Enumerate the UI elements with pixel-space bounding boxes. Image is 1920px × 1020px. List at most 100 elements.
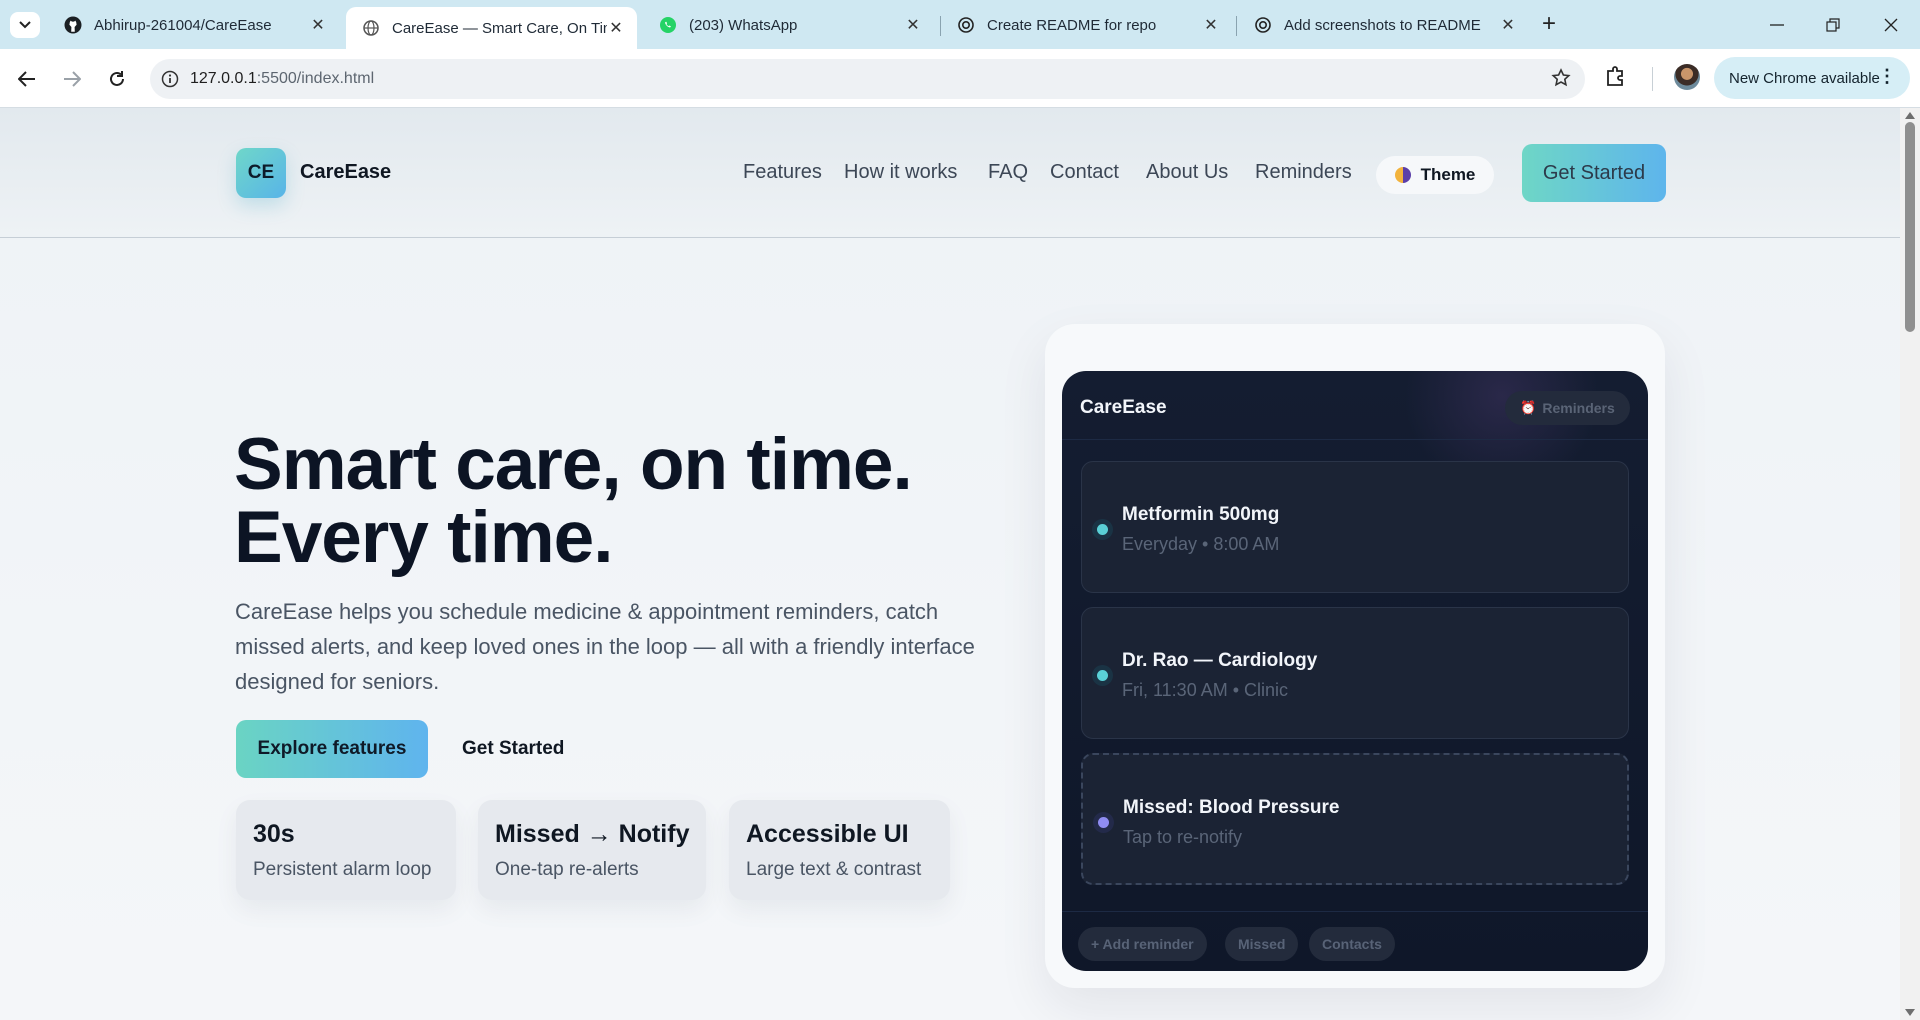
status-dot-icon [1092,519,1113,540]
reminder-title: Dr. Rao — Cardiology [1122,650,1318,671]
page-viewport: CE CareEase Features How it works FAQ Co… [0,108,1900,1020]
site-info-icon[interactable] [150,70,190,88]
get-started-nav-button[interactable]: Get Started [1522,144,1666,202]
url-host: 127.0.0.1 [190,70,257,87]
chrome-update-button[interactable]: New Chrome available ⋮ [1714,57,1910,99]
page-scrollbar[interactable] [1900,108,1920,1020]
browser-toolbar: 127.0.0.1:5500/index.html New Chrome ava… [0,49,1920,108]
forward-arrow-icon [64,71,81,87]
phone-mockup-screen: CareEase ⏰ Reminders Metformin 500mg Eve… [1062,371,1648,971]
browser-tab[interactable]: Abhirup-261004/CareEase ✕ [48,7,339,43]
hero-title-line-2: Every time. [234,497,614,578]
restore-icon [1826,18,1840,32]
scroll-up-arrow-icon[interactable] [1905,112,1915,119]
nav-contact[interactable]: Contact [1050,161,1119,184]
chatgpt-icon [1254,16,1272,34]
close-tab-icon[interactable]: ✕ [607,18,625,38]
globe-icon [362,19,380,37]
back-arrow-icon [18,71,35,87]
close-tab-icon[interactable]: ✕ [1202,15,1220,35]
restore-button[interactable] [1818,10,1848,40]
missed-chip[interactable]: Missed [1225,927,1299,961]
add-reminder-chip[interactable]: + Add reminder [1078,927,1207,961]
reminder-title: Metformin 500mg [1122,504,1280,525]
chatgpt-icon [957,16,975,34]
stat-card: Accessible UI Large text & contrast [729,800,950,900]
browser-tab[interactable]: (203) WhatsApp ✕ [643,7,934,43]
profile-avatar[interactable] [1674,64,1700,90]
get-started-link[interactable]: Get Started [462,738,564,760]
extensions-puzzle-icon[interactable] [1605,64,1627,93]
reminder-subtitle: Tap to re-notify [1123,827,1243,847]
close-tab-icon[interactable]: ✕ [904,15,922,35]
scroll-down-arrow-icon[interactable] [1905,1009,1915,1016]
minimize-icon [1770,24,1784,26]
site-header: CE CareEase Features How it works FAQ Co… [0,108,1900,238]
theme-label: Theme [1420,165,1476,184]
alarm-clock-icon: ⏰ [1520,400,1537,415]
missed-reminder-card[interactable]: Missed: Blood Pressure Tap to re-notify [1081,753,1629,885]
back-button[interactable] [13,65,41,93]
hero-title-line-1: Smart care, on time. [234,424,913,505]
tab-title: CareEase — Smart Care, On Tim [392,19,607,37]
reload-icon [110,71,124,86]
close-window-button[interactable] [1876,10,1906,40]
chevron-down-icon [19,21,31,29]
explore-features-button[interactable]: Explore features [236,720,428,778]
nav-about-us[interactable]: About Us [1146,161,1228,184]
reminder-title: Missed: Blood Pressure [1123,797,1340,818]
phone-header: CareEase ⏰ Reminders [1062,371,1648,440]
reminder-subtitle: Fri, 11:30 AM • Clinic [1122,680,1289,700]
stat-value: Missed → Notify [495,820,690,848]
stat-value: Accessible UI [746,820,909,848]
nav-features[interactable]: Features [743,161,822,184]
close-icon [1884,18,1898,32]
new-tab-button[interactable]: + [1542,12,1556,36]
stat-caption: Large text & contrast [746,859,922,880]
browser-tab-bar: Abhirup-261004/CareEase ✕ CareEase — Sma… [0,0,1920,49]
nav-reminders[interactable]: Reminders [1255,161,1352,184]
bookmark-star-icon[interactable] [1551,68,1571,93]
tab-separator [1236,16,1237,36]
hero-title: Smart care, on time. Every time. [234,428,913,574]
nav-how-it-works[interactable]: How it works [844,161,957,184]
theme-half-moon-icon [1394,167,1411,183]
brand-name[interactable]: CareEase [300,161,391,184]
minimize-button[interactable] [1762,10,1792,40]
stat-value: 30s [253,820,295,848]
hero-description: CareEase helps you schedule medicine & a… [235,599,975,694]
address-bar[interactable]: 127.0.0.1:5500/index.html [150,59,1585,99]
close-tab-icon[interactable]: ✕ [309,15,327,35]
stat-card: 30s Persistent alarm loop [236,800,456,900]
stat-caption: Persistent alarm loop [253,859,432,880]
tab-title: Abhirup-261004/CareEase [94,16,272,34]
nav-faq[interactable]: FAQ [988,161,1028,184]
stat-caption: One-tap re-alerts [495,859,639,880]
status-dot-icon [1092,665,1113,686]
tab-title: Add screenshots to README [1284,16,1481,34]
brand-logo[interactable]: CE [236,148,286,198]
browser-tab-active[interactable]: CareEase — Smart Care, On Tim ✕ [346,7,637,49]
missed-status-dot-icon [1093,812,1114,833]
more-menu-icon[interactable]: ⋮ [1878,66,1896,87]
forward-button[interactable] [58,65,86,93]
browser-tab[interactable]: Add screenshots to README ✕ [1238,7,1529,43]
close-tab-icon[interactable]: ✕ [1499,15,1517,35]
url-path: :5500/index.html [256,70,375,87]
reminder-card[interactable]: Metformin 500mg Everyday • 8:00 AM [1081,461,1629,593]
scrollbar-thumb[interactable] [1905,122,1915,332]
github-icon [64,16,82,34]
reminder-card[interactable]: Dr. Rao — Cardiology Fri, 11:30 AM • Cli… [1081,607,1629,739]
toolbar-separator [1652,67,1653,91]
tab-search-button[interactable] [10,12,40,38]
stat-card: Missed → Notify One-tap re-alerts [478,800,706,900]
whatsapp-icon [659,16,677,34]
theme-toggle-button[interactable]: Theme [1376,156,1494,194]
contacts-chip[interactable]: Contacts [1309,927,1395,961]
phone-footer: + Add reminder Missed Contacts [1062,911,1648,971]
update-label: New Chrome available [1729,69,1880,87]
tab-title: (203) WhatsApp [689,16,798,34]
reload-button[interactable] [103,65,131,93]
reminders-badge[interactable]: ⏰ Reminders [1505,391,1630,425]
browser-tab[interactable]: Create README for repo ✕ [941,7,1232,43]
